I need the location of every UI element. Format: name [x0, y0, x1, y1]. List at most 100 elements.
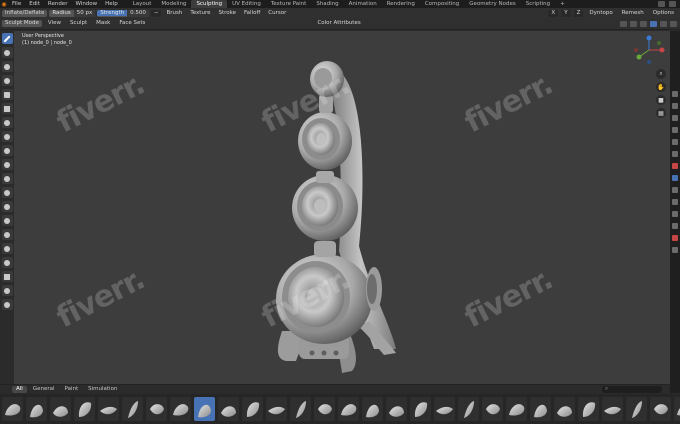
mode-selector[interactable]: Sculpt Mode — [2, 20, 42, 27]
strength-value[interactable]: 0.500 — [127, 9, 149, 17]
strength-field[interactable]: Strength 0.500 — [97, 9, 149, 17]
brush-thumbnail[interactable] — [410, 397, 431, 421]
brush-thumbnail[interactable] — [554, 397, 575, 421]
options-menu[interactable]: Options — [650, 10, 677, 17]
tool-draw-sharp-icon[interactable] — [1, 47, 13, 58]
physics-properties-icon[interactable] — [672, 199, 678, 205]
radius-field[interactable]: Radius 50 px — [49, 9, 96, 17]
remesh-menu[interactable]: Remesh — [619, 10, 647, 17]
menu-brush[interactable]: Brush — [163, 10, 185, 17]
menu-render[interactable]: Render — [44, 1, 72, 7]
tab-texture-paint[interactable]: Texture Paint — [266, 0, 312, 8]
brush-thumbnail[interactable] — [434, 397, 455, 421]
tool-brush-icon[interactable] — [1, 33, 13, 44]
output-properties-icon[interactable] — [672, 115, 678, 121]
menu-help[interactable]: Help — [101, 1, 122, 7]
constraints-properties-icon[interactable] — [672, 211, 678, 217]
brush-thumbnail[interactable] — [290, 397, 311, 421]
brush-thumbnail[interactable] — [650, 397, 671, 421]
brush-thumbnail[interactable] — [674, 397, 680, 421]
tab-sculpting[interactable]: Sculpting — [191, 0, 228, 8]
shading-material-icon[interactable] — [660, 20, 667, 27]
tool-settings-icon[interactable] — [672, 91, 678, 97]
brush-thumbnail[interactable] — [242, 397, 263, 421]
menu-file[interactable]: File — [8, 1, 25, 7]
brush-thumbnail[interactable] — [578, 397, 599, 421]
menu-texture[interactable]: Texture — [187, 10, 213, 17]
3d-viewport[interactable]: User Perspective (1) node_0 | node_0 ⌕ ✋… — [14, 31, 670, 384]
brush-thumbnail[interactable] — [362, 397, 383, 421]
material-properties-icon[interactable] — [672, 235, 678, 241]
tool-clay-icon[interactable] — [1, 61, 13, 72]
tool-mask-icon[interactable] — [1, 89, 13, 100]
tool-face-set-icon[interactable] — [1, 117, 13, 128]
shelf-tab-general[interactable]: General — [29, 386, 59, 393]
tab-shading[interactable]: Shading — [311, 0, 343, 8]
brush-thumbnail[interactable] — [74, 397, 95, 421]
brush-thumbnail[interactable] — [458, 397, 479, 421]
tab-modeling[interactable]: Modeling — [156, 0, 191, 8]
brush-thumbnail[interactable] — [26, 397, 47, 421]
tab-scripting[interactable]: Scripting — [521, 0, 555, 8]
menu-sculpt[interactable]: Sculpt — [67, 20, 90, 27]
menu-view[interactable]: View — [45, 20, 64, 27]
dyntopo-toggle[interactable]: Dyntopo — [586, 10, 615, 17]
menu-window[interactable]: Window — [71, 1, 101, 7]
view-layer-properties-icon[interactable] — [672, 127, 678, 133]
texture-properties-icon[interactable] — [672, 247, 678, 253]
data-properties-icon[interactable] — [672, 223, 678, 229]
tab-rendering[interactable]: Rendering — [382, 0, 420, 8]
particles-properties-icon[interactable] — [672, 187, 678, 193]
brush-thumbnail[interactable] — [50, 397, 71, 421]
tool-cloth-filter-icon[interactable] — [1, 187, 13, 198]
shelf-tab-paint[interactable]: Paint — [61, 386, 83, 393]
brush-thumbnail[interactable] — [386, 397, 407, 421]
brush-thumbnail[interactable] — [530, 397, 551, 421]
tool-box-mask-icon[interactable] — [1, 103, 13, 114]
brush-thumbnail[interactable] — [266, 397, 287, 421]
tool-mask-by-color-icon[interactable] — [1, 229, 13, 240]
brush-selector[interactable]: Inflate/Deflate — [2, 9, 48, 17]
tab-compositing[interactable]: Compositing — [420, 0, 464, 8]
brush-thumbnail[interactable] — [482, 397, 503, 421]
tool-layer-icon[interactable] — [1, 75, 13, 86]
tab-geometry-nodes[interactable]: Geometry Nodes — [464, 0, 520, 8]
scene-properties-icon[interactable] — [672, 139, 678, 145]
brush-thumbnail[interactable] — [98, 397, 119, 421]
brush-thumbnail[interactable] — [2, 397, 23, 421]
menu-cursor[interactable]: Cursor — [265, 10, 289, 17]
shading-rendered-icon[interactable] — [670, 20, 677, 27]
tool-transform-icon[interactable] — [1, 285, 13, 296]
tab-animation[interactable]: Animation — [344, 0, 382, 8]
brush-thumbnail[interactable] — [218, 397, 239, 421]
menu-falloff[interactable]: Falloff — [241, 10, 263, 17]
tool-mesh-filter-icon[interactable] — [1, 173, 13, 184]
view-layer-icon[interactable] — [669, 1, 676, 7]
tool-trim-icon[interactable] — [1, 145, 13, 156]
tool-smooth-icon[interactable] — [1, 131, 13, 142]
direction-toggle[interactable]: − — [150, 9, 162, 17]
scene-icon[interactable] — [658, 1, 665, 7]
brush-thumbnail[interactable] — [194, 397, 215, 421]
brush-thumbnail[interactable] — [314, 397, 335, 421]
brush-thumbnail[interactable] — [122, 397, 143, 421]
brush-thumbnail[interactable] — [626, 397, 647, 421]
tool-color-filter-icon[interactable] — [1, 201, 13, 212]
brush-thumbnail[interactable] — [338, 397, 359, 421]
radius-value[interactable]: 50 px — [73, 9, 96, 17]
shelf-tab-all[interactable]: All — [12, 386, 27, 393]
brush-thumbnail[interactable] — [146, 397, 167, 421]
menu-mask[interactable]: Mask — [93, 20, 113, 27]
tool-scale-icon[interactable] — [1, 271, 13, 282]
menu-stroke[interactable]: Stroke — [215, 10, 239, 17]
tool-move-icon[interactable] — [1, 243, 13, 254]
render-properties-icon[interactable] — [672, 103, 678, 109]
tool-edit-face-set-icon[interactable] — [1, 215, 13, 226]
xray-icon[interactable] — [630, 20, 637, 27]
brush-thumbnail[interactable] — [170, 397, 191, 421]
add-workspace-button[interactable]: + — [555, 0, 570, 8]
tool-line-project-icon[interactable] — [1, 159, 13, 170]
menu-face-sets[interactable]: Face Sets — [116, 20, 148, 27]
shelf-search-input[interactable]: ⌕ — [602, 386, 662, 393]
brush-thumbnail[interactable] — [602, 397, 623, 421]
